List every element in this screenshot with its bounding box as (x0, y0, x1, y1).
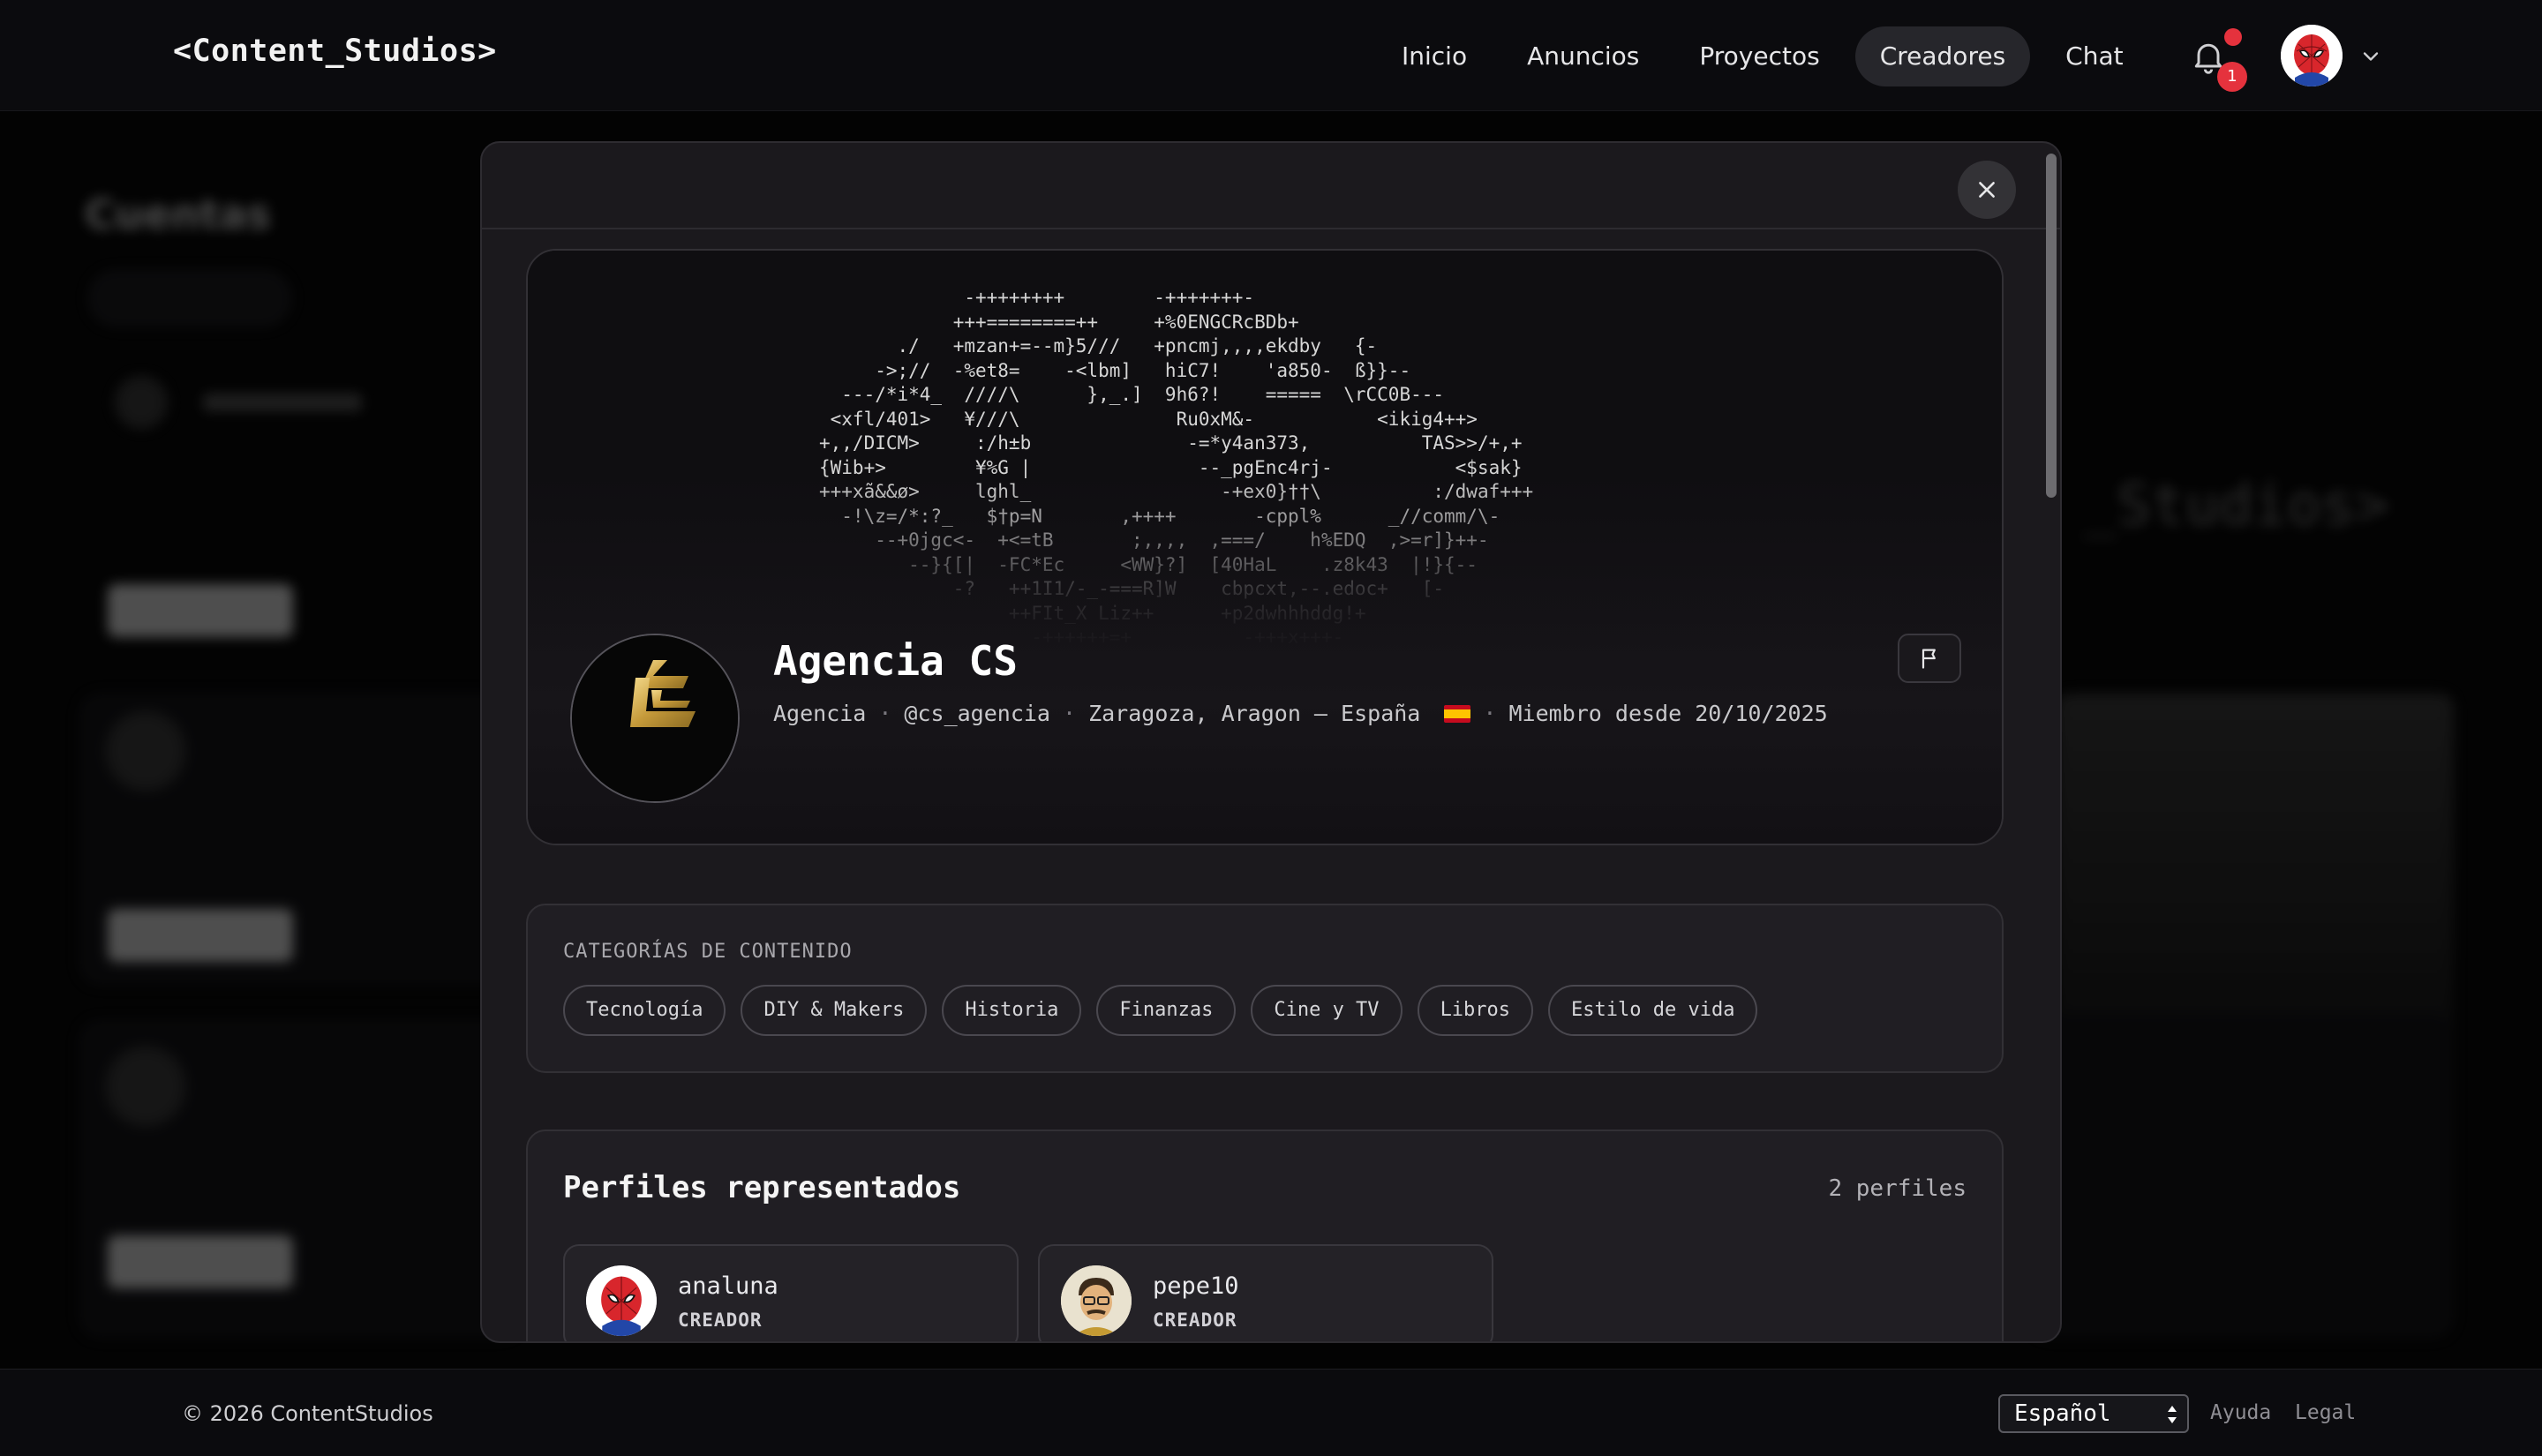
profile-handle: @cs_agencia (904, 701, 1050, 726)
spiderman-avatar-icon (2281, 25, 2343, 86)
notification-dot (2224, 28, 2242, 46)
meta-separator: · (1063, 701, 1077, 726)
categories-section: CATEGORÍAS DE CONTENIDO Tecnología DIY &… (526, 904, 2004, 1073)
represented-profiles-title: Perfiles representados (563, 1170, 961, 1205)
profile-type: Agencia (773, 701, 867, 726)
country-flag-icon (1444, 705, 1471, 723)
profile-card[interactable]: analuna CREADOR (563, 1244, 1019, 1341)
select-arrows-icon (2168, 1406, 2177, 1423)
profile-modal: -++++++++ -+++++++- +++========++ +%0ENG… (480, 141, 2062, 1343)
user-avatar[interactable] (2281, 25, 2343, 86)
category-chip[interactable]: Historia (942, 985, 1082, 1036)
profile-meta: Agencia · @cs_agencia · Zaragoza, Aragon — E… (773, 701, 1828, 726)
main-nav: Inicio Anuncios Proyectos Creadores Chat (1377, 26, 2159, 86)
agency-logo-icon (572, 635, 738, 801)
close-button[interactable] (1958, 161, 2016, 219)
flag-icon (1922, 649, 1936, 669)
profile-hero: -++++++++ -+++++++- +++========++ +%0ENG… (526, 249, 2004, 845)
category-chip[interactable]: Libros (1417, 985, 1534, 1036)
scrollbar-thumb[interactable] (2046, 154, 2057, 498)
category-chips: Tecnología DIY & Makers Historia Finanza… (563, 985, 1772, 1036)
represented-profiles-section: Perfiles representados 2 perfiles analun… (526, 1130, 2004, 1341)
chevron-down-icon[interactable] (2358, 44, 2383, 69)
represented-profiles-count: 2 perfiles (1828, 1175, 1967, 1202)
banner-fade (528, 251, 2002, 657)
language-select[interactable]: Español (1998, 1394, 2189, 1433)
cartoon-man-avatar-icon (1061, 1265, 1132, 1336)
nav-proyectos[interactable]: Proyectos (1674, 26, 1844, 86)
category-chip[interactable]: DIY & Makers (741, 985, 928, 1036)
notification-count-badge: 1 (2217, 62, 2247, 92)
footer: © 2026 ContentStudios Español Ayuda Lega… (0, 1369, 2542, 1456)
agency-avatar (570, 634, 740, 803)
profile-card-username: analuna (678, 1272, 778, 1300)
close-icon (1979, 182, 1995, 198)
meta-separator: · (878, 701, 892, 726)
nav-anuncios[interactable]: Anuncios (1502, 26, 1664, 86)
profile-card-role: CREADOR (1153, 1310, 1237, 1331)
nav-inicio[interactable]: Inicio (1377, 26, 1492, 86)
modal-header (482, 143, 2060, 229)
nav-chat[interactable]: Chat (2041, 26, 2147, 86)
report-button[interactable] (1898, 634, 1961, 683)
profile-card-username: pepe10 (1153, 1272, 1239, 1300)
nav-creadores[interactable]: Creadores (1854, 26, 2031, 86)
spiderman-avatar-icon (586, 1265, 657, 1336)
category-chip[interactable]: Estilo de vida (1548, 985, 1758, 1036)
footer-link-legal[interactable]: Legal (2295, 1401, 2356, 1424)
category-chip[interactable]: Tecnología (563, 985, 726, 1036)
brand-logo[interactable]: <Content_Studios> (173, 34, 497, 69)
footer-link-ayuda[interactable]: Ayuda (2210, 1401, 2271, 1424)
profile-card-avatar (1061, 1265, 1132, 1336)
profile-location: Zaragoza, Aragon — España (1088, 701, 1421, 726)
profile-card-role: CREADOR (678, 1310, 763, 1331)
copyright-text: © 2026 ContentStudios (182, 1401, 433, 1426)
language-value: Español (2014, 1400, 2111, 1427)
profile-banner: -++++++++ -+++++++- +++========++ +%0ENG… (528, 251, 2002, 657)
meta-separator: · (1483, 701, 1497, 726)
categories-label: CATEGORÍAS DE CONTENIDO (563, 941, 853, 963)
profile-member-since: Miembro desde 20/10/2025 (1508, 701, 1828, 726)
category-chip[interactable]: Cine y TV (1251, 985, 1403, 1036)
category-chip[interactable]: Finanzas (1096, 985, 1237, 1036)
top-navigation: <Content_Studios> Inicio Anuncios Proyec… (0, 0, 2542, 111)
profile-card-avatar (586, 1265, 657, 1336)
profile-card[interactable]: pepe10 CREADOR (1038, 1244, 1493, 1341)
profile-name: Agencia CS (773, 637, 1018, 685)
